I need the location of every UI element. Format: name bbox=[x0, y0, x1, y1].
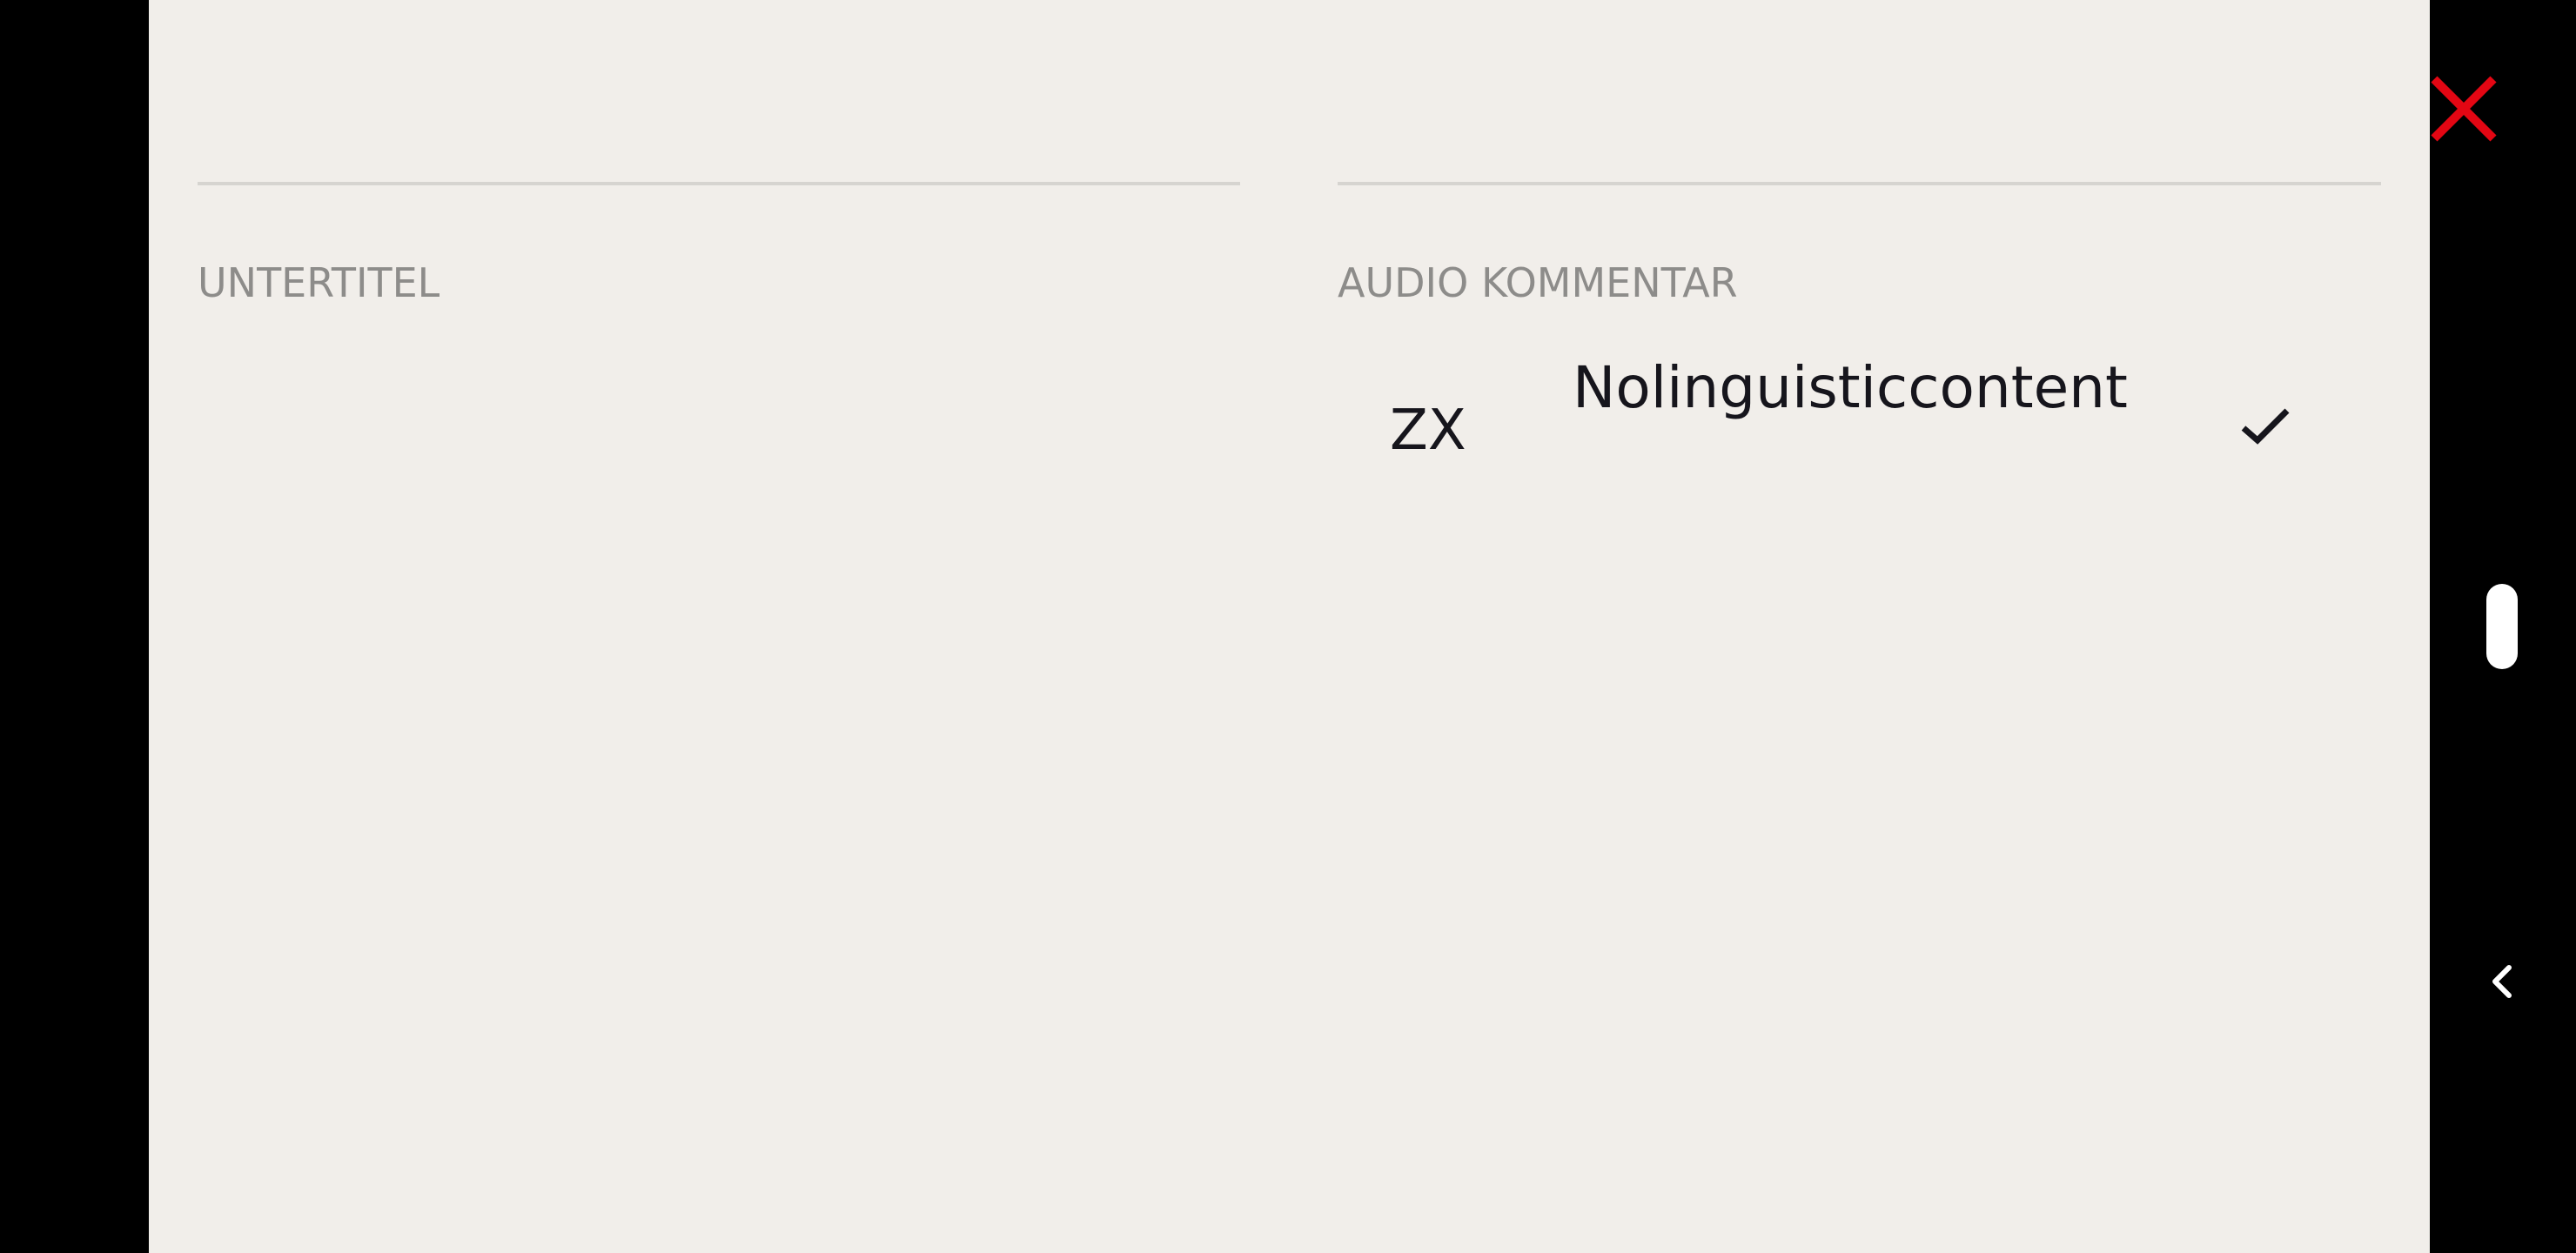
audio-option[interactable]: ZX Nolinguisticcontent bbox=[1338, 324, 2381, 533]
checkmark-icon bbox=[2238, 399, 2294, 454]
audio-option-name: Nolinguisticcontent bbox=[1573, 354, 2128, 421]
subtitles-heading: UNTERTITEL bbox=[198, 259, 440, 306]
close-button[interactable] bbox=[2420, 71, 2507, 158]
audio-divider bbox=[1338, 182, 2381, 185]
back-button[interactable] bbox=[2481, 957, 2523, 1006]
close-icon bbox=[2420, 71, 2507, 158]
audio-subtitle-settings-panel bbox=[149, 0, 2497, 1253]
subtitles-divider bbox=[198, 182, 1240, 185]
audio-commentary-heading: AUDIO KOMMENTAR bbox=[1338, 259, 1738, 306]
chevron-left-icon bbox=[2481, 957, 2523, 1006]
audio-option-code: ZX bbox=[1390, 399, 1466, 463]
scroll-handle[interactable] bbox=[2486, 584, 2518, 669]
